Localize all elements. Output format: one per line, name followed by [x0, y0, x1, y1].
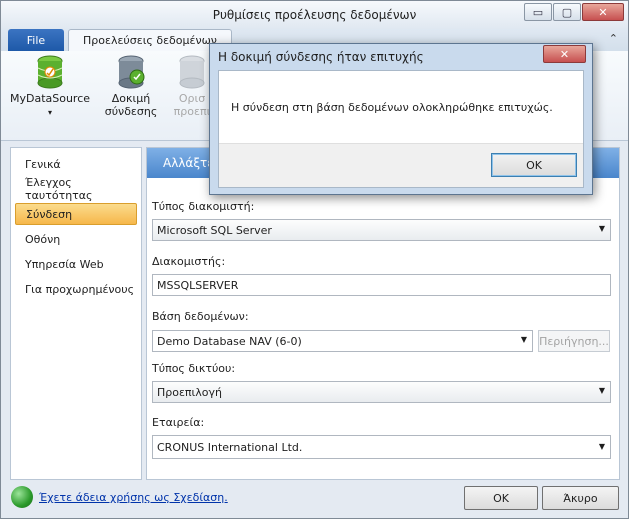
- dialog-title: Η δοκιμή σύνδεσης ήταν επιτυχής: [218, 50, 424, 64]
- tab-file[interactable]: File: [8, 29, 64, 51]
- settings-nav: Γενικά Έλεγχος ταυτότητας Σύνδεση Οθόνη …: [10, 147, 142, 480]
- dropdown-arrow-icon: ▼: [598, 442, 605, 451]
- my-data-source-label: MyDataSource: [9, 92, 91, 105]
- dropdown-arrow-icon: ▼: [598, 386, 605, 395]
- dropdown-arrow-icon: ▼: [520, 335, 527, 344]
- set-default-button[interactable]: Ορισ προεπι: [173, 55, 211, 125]
- dialog-ok-button[interactable]: OK: [491, 153, 577, 177]
- maximize-button[interactable]: ▢: [553, 3, 581, 21]
- footer: Έχετε άδεια χρήσης ως Σχεδίαση. OK Άκυρο: [1, 483, 628, 518]
- license-link[interactable]: Έχετε άδεια χρήσης ως Σχεδίαση.: [39, 491, 228, 504]
- test-connection-button[interactable]: Δοκιμή σύνδεσης: [99, 55, 163, 125]
- minimize-button[interactable]: ▭: [524, 3, 552, 21]
- test-connection-label-line2: σύνδεσης: [104, 105, 158, 118]
- title-bar: Ρυθμίσεις προέλευσης δεδομένων ▭ ▢ ✕: [1, 1, 628, 29]
- nav-item-connection[interactable]: Σύνδεση: [15, 203, 137, 225]
- server-type-value: Microsoft SQL Server: [157, 223, 272, 237]
- connection-settings-panel: Αλλάξτε Τύπος διακομιστή: Microsoft SQL …: [146, 147, 620, 480]
- dialog-button-bar: OK: [219, 143, 583, 187]
- connection-test-dialog: Η δοκιμή σύνδεσης ήταν επιτυχής ✕ Η σύνδ…: [209, 43, 593, 195]
- nav-item-display[interactable]: Οθόνη: [15, 228, 137, 250]
- server-label: Διακομιστής:: [152, 255, 226, 268]
- database-value: Demo Database NAV (6-0): [157, 334, 302, 348]
- dialog-message: Η σύνδεση στη βάση δεδομένων ολοκληρώθηκ…: [231, 101, 553, 114]
- panel-header-title: Αλλάξτε: [163, 156, 214, 170]
- server-type-label: Τύπος διακομιστή:: [152, 200, 255, 213]
- chevron-down-icon: ▾: [47, 108, 52, 117]
- server-value: MSSQLSERVER: [157, 278, 239, 292]
- database-test-icon: [118, 55, 145, 89]
- network-type-value: Προεπιλογή: [157, 385, 222, 399]
- database-default-icon: [179, 55, 205, 89]
- company-combo[interactable]: CRONUS International Ltd. ▼: [152, 435, 611, 459]
- server-type-select[interactable]: Microsoft SQL Server ▼: [152, 219, 611, 241]
- window-controls: ▭ ▢ ✕: [523, 3, 624, 21]
- server-input[interactable]: MSSQLSERVER: [152, 274, 611, 296]
- nav-item-advanced[interactable]: Για προχωρημένους: [15, 278, 137, 300]
- license-status-icon: [11, 486, 33, 508]
- ribbon-collapse-icon[interactable]: ⌃: [609, 32, 618, 45]
- nav-item-authentication[interactable]: Έλεγχος ταυτότητας: [15, 176, 137, 202]
- close-button[interactable]: ✕: [582, 3, 624, 21]
- nav-item-web-service[interactable]: Υπηρεσία Web: [15, 253, 137, 275]
- set-default-label-line1: Ορισ: [178, 92, 206, 105]
- dialog-body: Η σύνδεση στη βάση δεδομένων ολοκληρώθηκ…: [218, 70, 584, 188]
- database-icon: [37, 55, 63, 89]
- browse-button[interactable]: Περιήγηση...: [538, 330, 610, 352]
- network-type-label: Τύπος δικτύου:: [152, 362, 236, 375]
- dialog-close-button[interactable]: ✕: [543, 45, 586, 63]
- my-data-source-button[interactable]: MyDataSource ▾: [9, 55, 91, 125]
- database-label: Βάση δεδομένων:: [152, 310, 249, 323]
- dropdown-arrow-icon: ▼: [598, 224, 605, 233]
- ok-button[interactable]: OK: [464, 486, 538, 510]
- cancel-button[interactable]: Άκυρο: [542, 486, 619, 510]
- network-type-select[interactable]: Προεπιλογή ▼: [152, 381, 611, 403]
- company-value: CRONUS International Ltd.: [157, 440, 303, 454]
- test-connection-label-line1: Δοκιμή: [111, 92, 151, 105]
- set-default-label-line2: προεπι: [173, 105, 211, 118]
- nav-item-general[interactable]: Γενικά: [15, 153, 137, 175]
- company-label: Εταιρεία:: [152, 416, 205, 429]
- database-combo[interactable]: Demo Database NAV (6-0) ▼: [152, 330, 533, 352]
- tab-data-sources[interactable]: Προελεύσεις δεδομένων: [68, 29, 232, 51]
